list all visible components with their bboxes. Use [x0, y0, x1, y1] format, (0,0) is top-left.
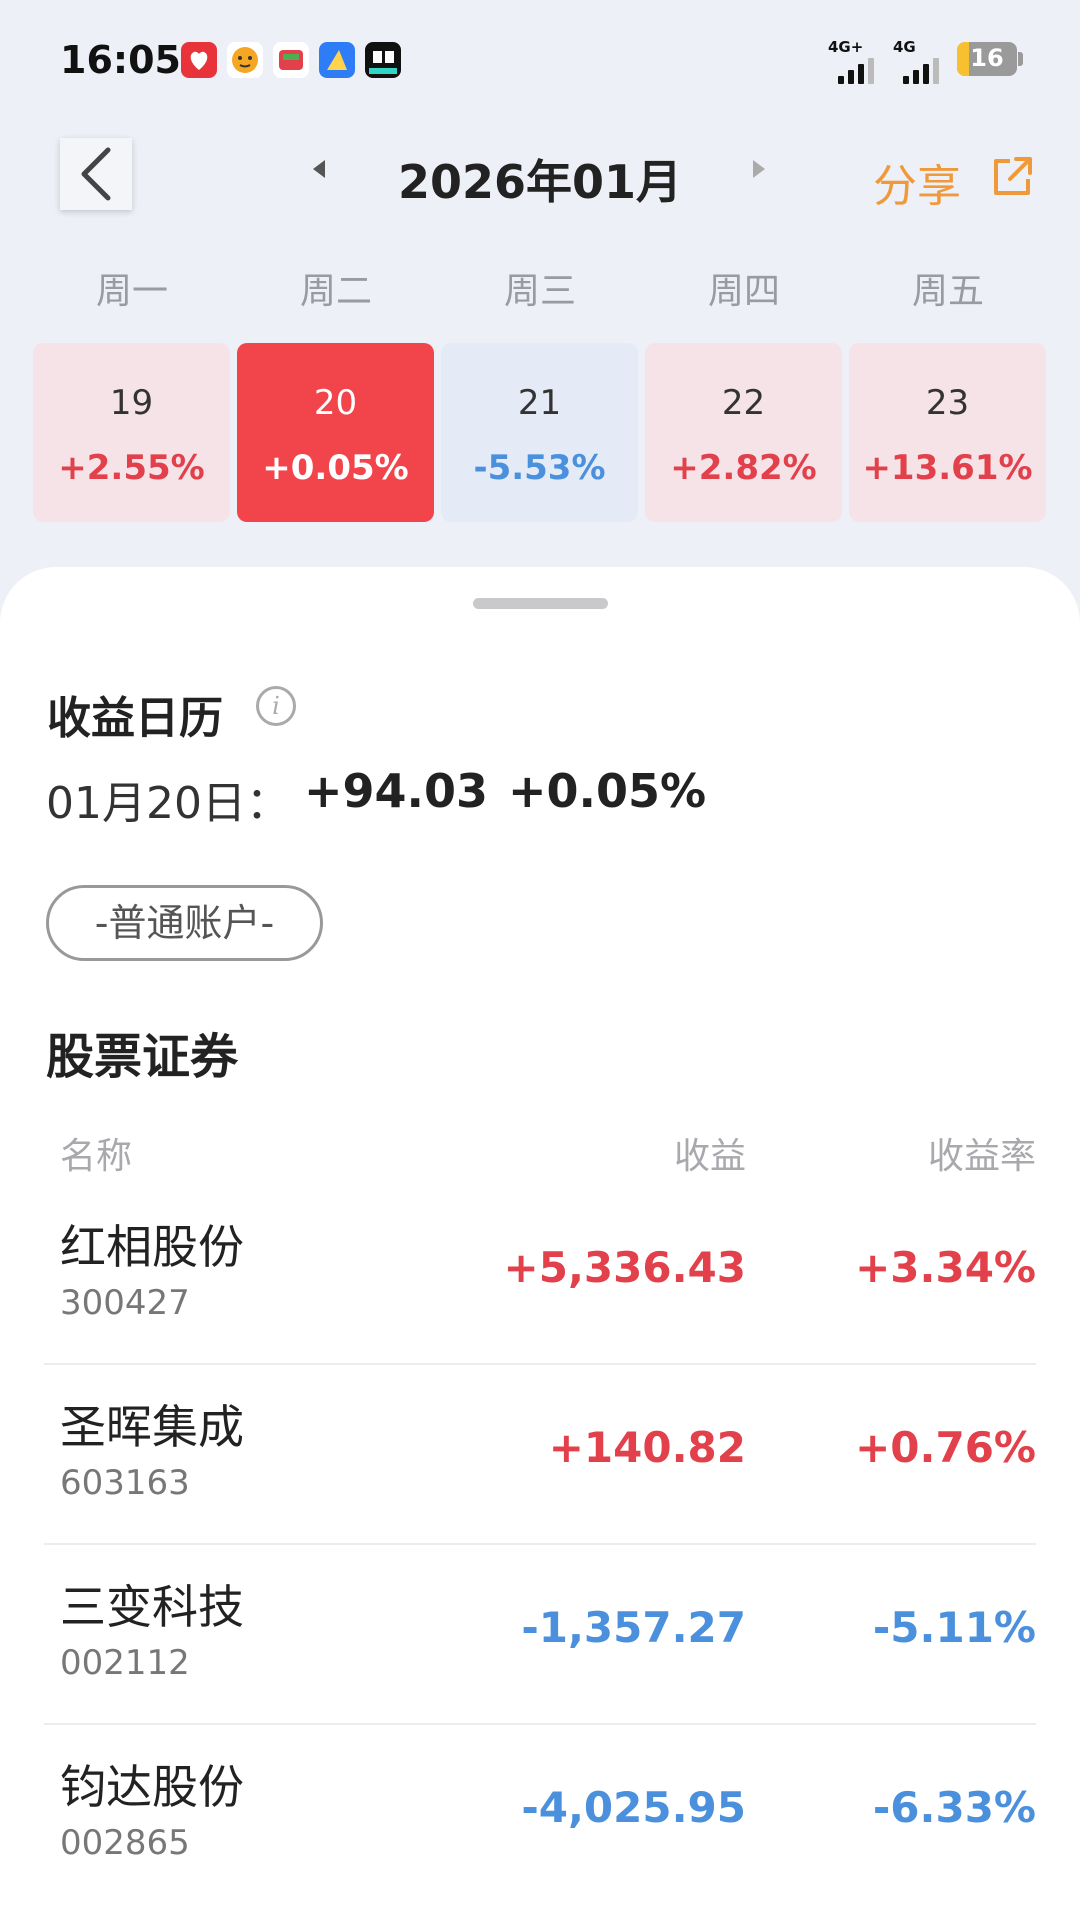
network-type-1: 4G+: [828, 38, 864, 56]
prev-month-icon[interactable]: [313, 160, 325, 178]
dewu-app-icon: [365, 42, 401, 78]
weekday-thu: 周四: [707, 271, 780, 312]
day-cell-21[interactable]: 21 -5.53%: [441, 343, 638, 522]
day-number: 23: [925, 383, 970, 423]
day-pct: +13.61%: [862, 448, 1033, 488]
stock-code: 002112: [60, 1643, 190, 1683]
stock-name: 红相股份: [60, 1220, 244, 1274]
stock-name: 圣晖集成: [60, 1400, 244, 1454]
day-cell-19[interactable]: 19 +2.55%: [33, 343, 230, 522]
day-pct: +2.82%: [670, 448, 817, 488]
sheet-drag-handle[interactable]: [473, 598, 608, 609]
network-type-2: 4G: [893, 38, 916, 56]
info-icon[interactable]: i: [256, 686, 296, 726]
pinduoduo-icon: [181, 42, 217, 78]
share-icon[interactable]: [990, 155, 1034, 199]
table-row[interactable]: 钧达股份 002865 -4,025.95 -6.33%: [0, 1725, 1080, 1905]
signal-bars-1-icon: [838, 58, 874, 84]
day-cell-23[interactable]: 23 +13.61%: [849, 343, 1046, 522]
day-pct: +0.05%: [262, 448, 409, 488]
stock-code: 300427: [60, 1283, 190, 1323]
section-title-profit-calendar: 收益日历: [47, 693, 223, 744]
summary-amount: +94.03: [304, 764, 489, 818]
blue-app-icon: [319, 42, 355, 78]
back-arrow-icon: [81, 147, 111, 201]
battery-icon: 16: [957, 42, 1017, 76]
weekday-mon: 周一: [95, 271, 168, 312]
day-number: 19: [109, 383, 154, 423]
table-row[interactable]: 圣晖集成 603163 +140.82 +0.76%: [0, 1365, 1080, 1545]
back-button[interactable]: [60, 138, 132, 210]
weekday-tue: 周二: [299, 271, 372, 312]
stock-profit: -4,025.95: [521, 1783, 746, 1832]
stock-code: 002865: [60, 1823, 190, 1863]
stock-name: 钧达股份: [60, 1760, 244, 1814]
stock-code: 603163: [60, 1463, 190, 1503]
day-cell-22[interactable]: 22 +2.82%: [645, 343, 842, 522]
summary-date: 01月20日：: [46, 778, 290, 829]
day-number: 22: [721, 383, 766, 423]
table-row[interactable]: 红相股份 300427 +5,336.43 +3.34%: [0, 1185, 1080, 1365]
stock-rate: -5.11%: [872, 1603, 1036, 1652]
column-header-name: 名称: [60, 1136, 133, 1177]
table-row[interactable]: 三变科技 002112 -1,357.27 -5.11%: [0, 1545, 1080, 1725]
day-pct: +2.55%: [58, 448, 205, 488]
month-title: 2026年01月: [397, 155, 683, 209]
stock-profit: +140.82: [548, 1423, 746, 1472]
account-selector[interactable]: -普通账户-: [46, 885, 323, 961]
share-button[interactable]: 分享: [873, 150, 961, 214]
signal-bars-2-icon: [903, 58, 939, 84]
summary-pct: +0.05%: [508, 764, 707, 818]
stock-rate: +3.34%: [855, 1243, 1036, 1292]
weekday-wed: 周三: [503, 271, 576, 312]
app-screen: 16:05 4G+ 4G 16 2026年01月 分享 周一 周二 周三 周四 …: [0, 0, 1080, 1918]
tiger-app-icon: [227, 42, 263, 78]
stocks-section-title: 股票证券: [46, 1029, 239, 1085]
day-cell-20-selected[interactable]: 20 +0.05%: [237, 343, 434, 522]
weekday-fri: 周五: [911, 271, 984, 312]
column-header-rate: 收益率: [927, 1136, 1036, 1177]
stock-rate: -6.33%: [872, 1783, 1036, 1832]
status-time: 16:05: [60, 38, 181, 82]
day-number: 20: [313, 383, 358, 423]
battery-level: 16: [970, 44, 1004, 72]
day-pct: -5.53%: [473, 448, 606, 488]
stock-name: 三变科技: [60, 1580, 244, 1634]
battery-tip: [1018, 52, 1023, 66]
stock-profit: +5,336.43: [503, 1243, 746, 1292]
column-header-profit: 收益: [673, 1136, 746, 1177]
stock-rate: +0.76%: [855, 1423, 1036, 1472]
bottom-sheet: 收益日历 i 01月20日： +94.03 +0.05% -普通账户- 股票证券…: [0, 567, 1080, 1918]
day-number: 21: [517, 383, 562, 423]
next-month-icon[interactable]: [753, 160, 765, 178]
jd-app-icon: [273, 42, 309, 78]
status-bar: 16:05 4G+ 4G 16: [0, 0, 1080, 120]
stock-profit: -1,357.27: [521, 1603, 746, 1652]
